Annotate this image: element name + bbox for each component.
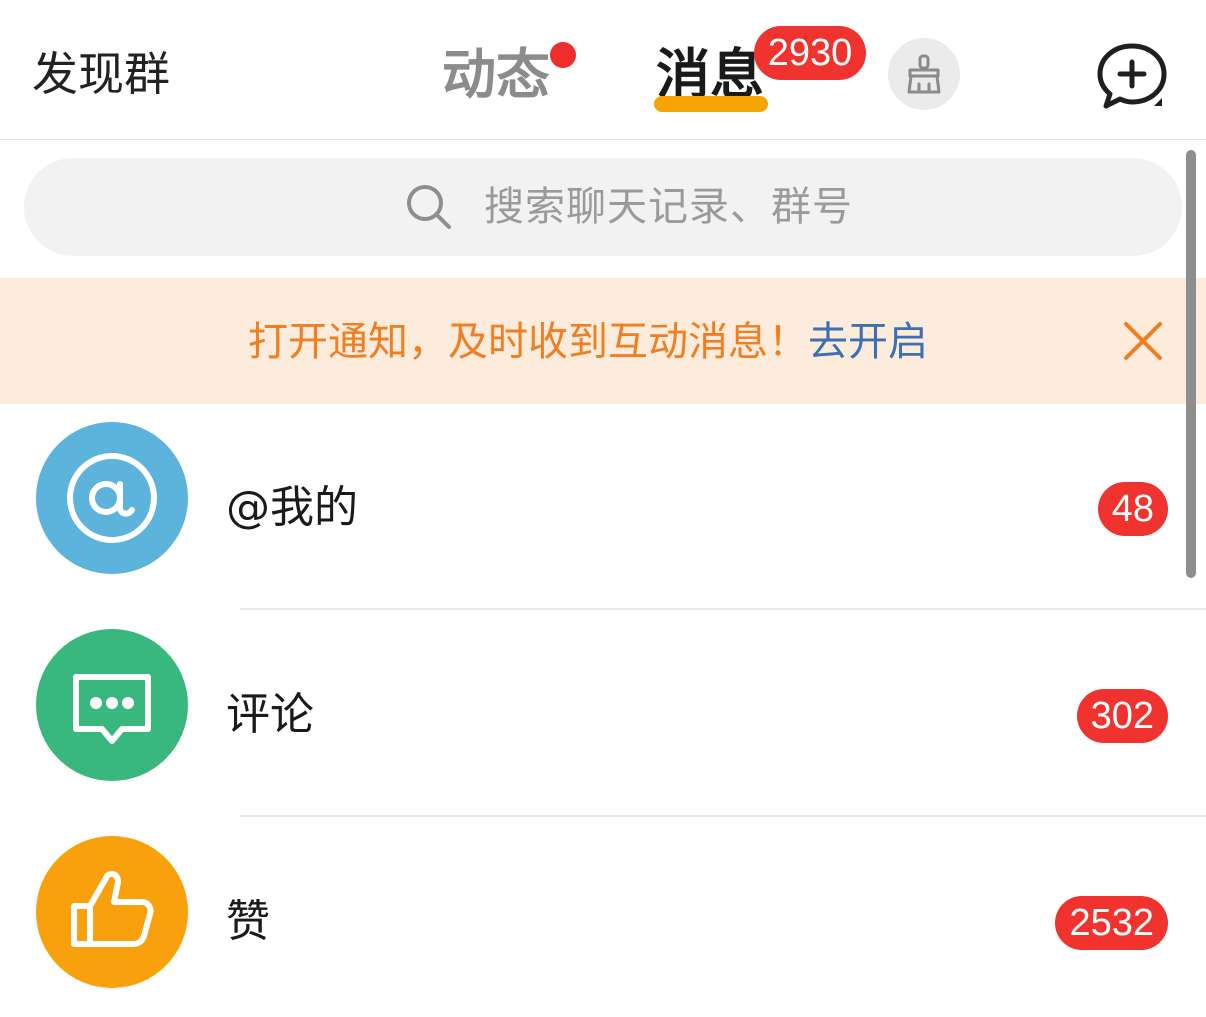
list-item-label: @我的 [226, 482, 358, 533]
active-tab-indicator [654, 96, 768, 112]
top-nav-bar: 发现群 动态 消息 2930 [0, 0, 1206, 140]
list-divider [240, 815, 1206, 817]
list-item-comments[interactable]: 评论 302 [0, 611, 1206, 817]
scrollbar-thumb[interactable] [1186, 150, 1196, 578]
notification-banner: 打开通知，及时收到互动消息！去开启 [0, 278, 1206, 404]
mentions-count-badge: 48 [1097, 482, 1168, 536]
list-item-label: 赞 [226, 896, 270, 947]
messages-count-badge: 2930 [754, 26, 866, 80]
thumbs-up-icon [71, 870, 154, 947]
banner-text: 打开通知，及时收到互动消息！去开启 [248, 314, 928, 370]
feed-unread-dot [550, 42, 576, 68]
list-divider [240, 608, 1206, 610]
clean-unread-button[interactable] [888, 38, 960, 110]
list-item-likes[interactable]: 赞 2532 [0, 818, 1206, 1017]
search-icon [407, 185, 451, 229]
comment-icon [73, 674, 151, 744]
at-icon [67, 453, 157, 543]
list-item-mentions[interactable]: @我的 48 [0, 404, 1206, 610]
mentions-avatar [36, 422, 188, 574]
chat-plus-icon [1097, 43, 1167, 109]
broom-icon [907, 54, 941, 94]
likes-avatar [36, 836, 188, 988]
banner-message: 打开通知，及时收到互动消息！ [248, 319, 808, 365]
list-item-label: 评论 [226, 689, 314, 740]
enable-notifications-link[interactable]: 去开启 [808, 319, 928, 365]
close-icon[interactable] [1120, 318, 1166, 364]
comments-avatar [36, 629, 188, 781]
new-chat-button[interactable] [1096, 42, 1168, 110]
search-placeholder: 搜索聊天记录、群号 [484, 184, 853, 230]
comments-count-badge: 302 [1076, 689, 1168, 743]
messages-page: 发现群 动态 消息 2930 搜索聊天记录、群号 打开通知，及时收到互动消息！去… [0, 0, 1206, 1017]
likes-count-badge: 2532 [1055, 896, 1168, 950]
search-bar[interactable]: 搜索聊天记录、群号 [24, 158, 1182, 256]
tab-feed[interactable]: 动态 [442, 40, 550, 110]
discover-group-button[interactable]: 发现群 [32, 44, 170, 104]
